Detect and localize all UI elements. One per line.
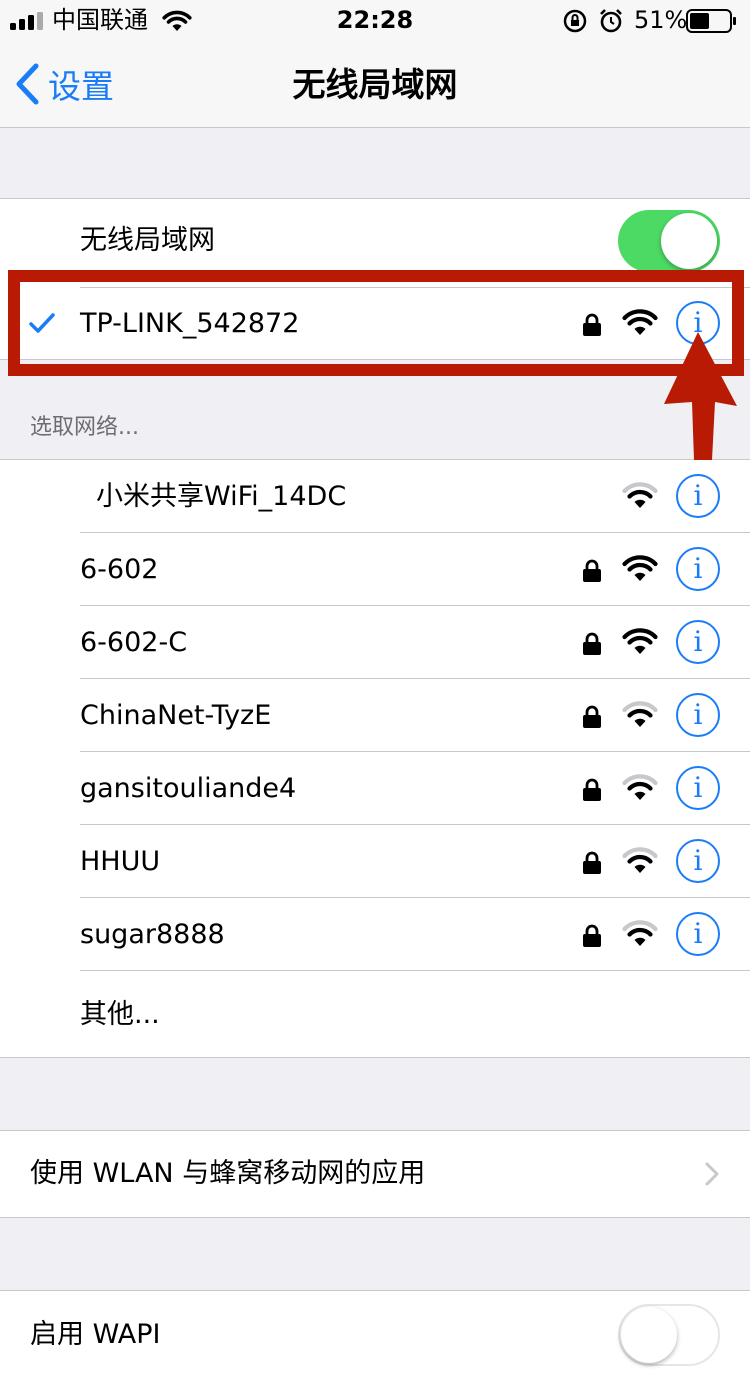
network-name: 6-602 — [80, 554, 159, 585]
other-network-row[interactable]: 其他... — [0, 971, 750, 1059]
battery-percent: 51% — [634, 6, 688, 34]
orientation-lock-icon — [563, 9, 587, 33]
network-name: 6-602-C — [80, 627, 188, 658]
wifi-toggle-label: 无线局域网 — [80, 225, 215, 256]
info-icon[interactable]: i — [676, 693, 720, 737]
info-icon[interactable]: i — [676, 766, 720, 810]
network-name: ChinaNet-TyzE — [80, 700, 272, 731]
lock-icon — [583, 559, 601, 582]
choose-network-header: 选取网络... — [30, 415, 139, 440]
wapi-row: 启用 WAPI — [0, 1291, 750, 1379]
apps-using-wlan-label: 使用 WLAN 与蜂窝移动网的应用 — [30, 1158, 426, 1189]
battery-icon — [686, 9, 736, 33]
network-name: HHUU — [80, 846, 161, 877]
back-button[interactable]: 设置 — [14, 56, 114, 112]
lock-icon — [583, 632, 601, 655]
network-name: 小米共享WiFi_14DC — [96, 481, 347, 512]
annotation-highlight-box — [8, 270, 744, 376]
info-icon[interactable]: i — [676, 912, 720, 956]
annotation-arrow — [664, 332, 737, 460]
other-network-label: 其他... — [80, 999, 160, 1030]
network-row[interactable]: 6-602-C i — [0, 606, 750, 679]
network-row[interactable]: 6-602 i — [0, 533, 750, 606]
apps-using-wlan-row[interactable]: 使用 WLAN 与蜂窝移动网的应用 — [0, 1131, 750, 1217]
wifi-icon — [622, 482, 658, 508]
wapi-label: 启用 WAPI — [30, 1319, 161, 1350]
back-button-label: 设置 — [48, 67, 114, 106]
toggle-knob — [621, 1307, 677, 1363]
wifi-toggle-row: 无线局域网 — [0, 199, 750, 288]
lock-icon — [583, 851, 601, 874]
network-row[interactable]: HHUU i — [0, 825, 750, 898]
wifi-toggle[interactable] — [618, 210, 720, 272]
wifi-icon — [622, 701, 658, 727]
info-icon[interactable]: i — [676, 839, 720, 883]
info-icon[interactable]: i — [676, 547, 720, 591]
lock-icon — [583, 778, 601, 801]
apps-section: 使用 WLAN 与蜂窝移动网的应用 — [0, 1130, 750, 1218]
network-row[interactable]: sugar8888 i — [0, 898, 750, 971]
network-name: sugar8888 — [80, 919, 225, 950]
network-name: gansitouliande4 — [80, 773, 297, 804]
info-icon[interactable]: i — [676, 474, 720, 518]
wifi-icon — [622, 847, 658, 873]
wifi-icon — [622, 920, 658, 946]
chevron-left-icon — [16, 63, 39, 105]
network-list: 小米共享WiFi_14DC i 6-602 i 6-602-C i ChinaNet-Tyz… — [0, 459, 750, 1058]
toggle-knob — [661, 213, 717, 269]
wapi-section: 启用 WAPI — [0, 1290, 750, 1380]
alarm-icon — [600, 9, 622, 33]
wifi-icon — [622, 555, 658, 581]
lock-icon — [583, 705, 601, 728]
chevron-right-icon — [705, 1162, 719, 1186]
wapi-toggle[interactable] — [618, 1304, 720, 1366]
info-icon[interactable]: i — [676, 620, 720, 664]
status-bar: 中国联通 22:28 51% — [0, 0, 750, 40]
network-row[interactable]: gansitouliande4 i — [0, 752, 750, 825]
network-row[interactable]: 小米共享WiFi_14DC i — [0, 460, 750, 533]
wifi-icon — [622, 628, 658, 654]
network-row[interactable]: ChinaNet-TyzE i — [0, 679, 750, 752]
lock-icon — [583, 924, 601, 947]
navigation-bar: 无线局域网 设置 — [0, 40, 750, 128]
wifi-icon — [622, 774, 658, 800]
